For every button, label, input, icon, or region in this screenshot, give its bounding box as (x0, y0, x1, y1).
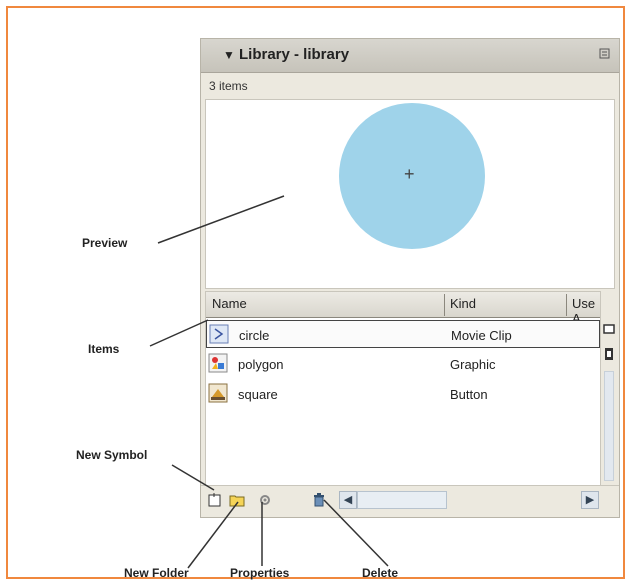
callout-lines (149, 195, 389, 569)
callout-preview: Preview (82, 236, 128, 250)
callout-delete: Delete (362, 566, 399, 580)
callout-properties: Properties (230, 566, 290, 580)
callout-new-folder: New Folder (124, 566, 189, 580)
callout-items: Items (88, 342, 120, 356)
callout-new-symbol: New Symbol (76, 448, 148, 462)
